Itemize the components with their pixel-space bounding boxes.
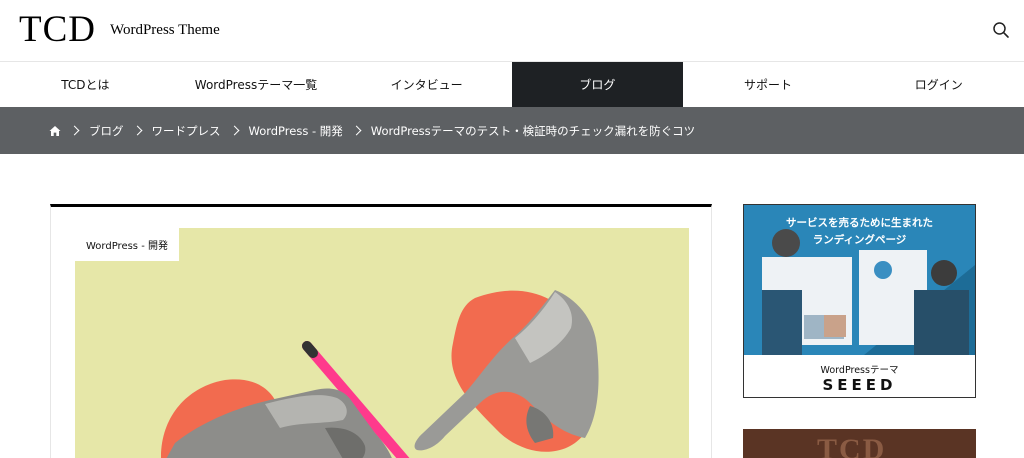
nav-item-themes[interactable]: WordPressテーマ一覧 xyxy=(171,62,342,107)
banner-headline-1: サービスを売るために生まれた xyxy=(786,217,933,229)
breadcrumb-wordpress[interactable]: ワードプレス xyxy=(152,123,221,139)
nav-item-about[interactable]: TCDとは xyxy=(0,62,171,107)
chevron-right-icon xyxy=(351,125,362,136)
category-label[interactable]: WordPress - 開発 xyxy=(75,228,179,261)
global-nav: TCDとは WordPressテーマ一覧 インタビュー ブログ サポート ログイ… xyxy=(0,61,1024,107)
home-icon[interactable] xyxy=(49,125,61,137)
nav-item-login[interactable]: ログイン xyxy=(853,62,1024,107)
nav-item-blog[interactable]: ブログ xyxy=(512,62,683,107)
chevron-right-icon xyxy=(132,125,142,136)
nav-item-interview[interactable]: インタビュー xyxy=(341,62,512,107)
banner-subtitle: WordPressテーマ xyxy=(820,365,899,376)
banner-headline-2: ランディングページ xyxy=(812,234,907,246)
banner-image: サービスを売るために生まれた ランディングページ xyxy=(744,205,975,355)
search-icon[interactable] xyxy=(992,21,1010,39)
sidebar-banner-seeed[interactable]: サービスを売るために生まれた ランディングページ WordPressテーマ SE… xyxy=(743,204,976,398)
breadcrumb: ブログ ワードプレス WordPress - 開発 WordPressテーマのテ… xyxy=(0,107,1024,154)
banner-product-name: SEEED xyxy=(822,376,897,394)
article-card: WordPress - 開発 xyxy=(50,204,712,458)
article-hero-image xyxy=(75,228,689,458)
site-tagline: WordPress Theme xyxy=(110,22,220,38)
breadcrumb-current-page: WordPressテーマのテスト・検証時のチェック漏れを防ぐコツ xyxy=(370,123,696,138)
breadcrumb-category[interactable]: WordPress - 開発 xyxy=(249,123,343,139)
hands-illustration xyxy=(161,290,599,458)
chevron-right-icon xyxy=(229,125,239,136)
sidebar-banner-tcd[interactable]: TCD xyxy=(743,429,976,458)
nav-item-support[interactable]: サポート xyxy=(683,62,854,107)
chevron-right-icon xyxy=(69,125,80,136)
breadcrumb-blog[interactable]: ブログ xyxy=(89,123,124,139)
banner2-logo-text: TCD xyxy=(817,433,887,458)
site-logo[interactable]: TCD xyxy=(19,10,96,50)
site-header: TCD WordPress Theme xyxy=(0,0,1024,61)
